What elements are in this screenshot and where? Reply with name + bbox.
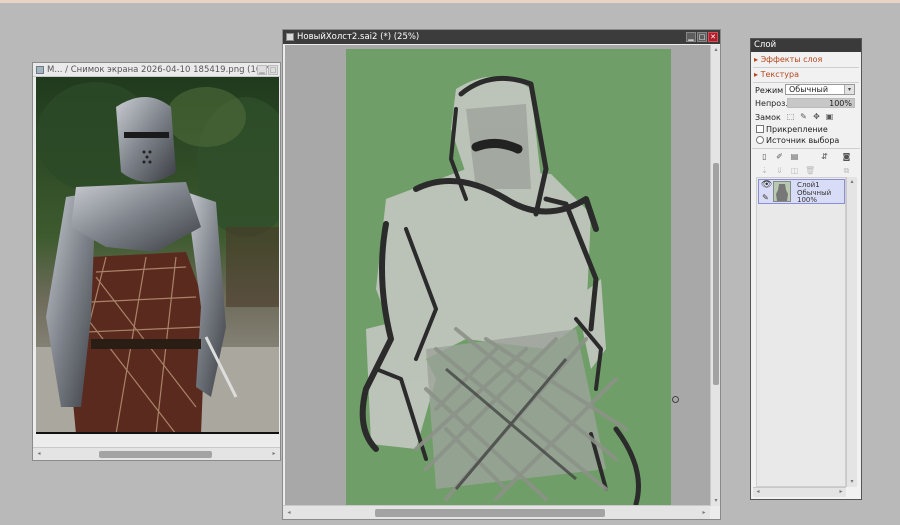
selection-source-radio[interactable] bbox=[756, 136, 764, 144]
clipping-checkbox[interactable] bbox=[756, 125, 764, 133]
canvas-title: НовыйХолст2.sai2 (*) (25%) bbox=[297, 32, 420, 42]
drawing-canvas[interactable] bbox=[346, 49, 671, 505]
layer-panel-title: Слой bbox=[751, 39, 861, 52]
blend-mode-label: Режим bbox=[755, 86, 784, 95]
layer-mask-icon[interactable]: ◙ bbox=[842, 152, 851, 161]
scroll-left-arrow[interactable]: ◂ bbox=[285, 509, 293, 517]
reference-title: М... / Снимок экрана 2026-04-10 185419.p… bbox=[47, 65, 279, 75]
scroll-left-arrow[interactable]: ◂ bbox=[754, 488, 762, 496]
delete-layer-icon[interactable]: 🗑 bbox=[805, 166, 815, 175]
opacity-value: 100% bbox=[829, 99, 852, 108]
scroll-right-arrow[interactable]: ▸ bbox=[837, 488, 845, 496]
opacity-label: Непроз. bbox=[755, 99, 788, 108]
layer-adjust-icon[interactable]: ⇵ bbox=[820, 152, 829, 161]
reference-titlebar[interactable]: М... / Снимок экрана 2026-04-10 185419.p… bbox=[33, 63, 280, 77]
brush-icon: ✎ bbox=[762, 193, 769, 202]
new-folder-icon[interactable]: ▤ bbox=[790, 152, 799, 161]
scroll-up-arrow[interactable]: ▴ bbox=[848, 178, 856, 186]
reference-photo bbox=[36, 77, 279, 434]
chevron-down-icon[interactable]: ▾ bbox=[844, 85, 854, 94]
lock-paint-icon[interactable]: ✎ bbox=[799, 112, 808, 121]
reference-minimize-button[interactable]: ▁ bbox=[257, 65, 267, 75]
lock-label: Замок bbox=[755, 113, 781, 122]
clear-layer-icon[interactable]: ◫ bbox=[790, 166, 799, 175]
divider bbox=[753, 82, 859, 83]
reference-scroll-thumb[interactable] bbox=[99, 451, 212, 458]
eye-icon[interactable]: 👁 bbox=[761, 181, 772, 190]
scroll-right-arrow[interactable]: ▸ bbox=[700, 509, 708, 517]
layer-effects-section[interactable]: Эффекты слоя bbox=[754, 55, 823, 64]
divider bbox=[752, 148, 860, 149]
scroll-right-arrow[interactable]: ▸ bbox=[270, 450, 278, 458]
lock-transparency-icon[interactable]: ⬚ bbox=[786, 112, 795, 121]
canvas-vscroll-thumb[interactable] bbox=[713, 163, 719, 385]
layer-thumbnail bbox=[773, 181, 791, 202]
layer-settings-icon[interactable]: ⧉ bbox=[842, 166, 851, 175]
blend-mode-select[interactable]: Обычный ▾ bbox=[785, 84, 855, 95]
layer-name: Слой1 bbox=[797, 181, 820, 189]
transfer-down-icon[interactable]: ⇣ bbox=[760, 166, 769, 175]
lock-move-icon[interactable]: ✥ bbox=[812, 112, 821, 121]
scroll-left-arrow[interactable]: ◂ bbox=[35, 450, 43, 458]
layer-opacity: 100% bbox=[797, 196, 818, 204]
canvas-window[interactable]: НовыйХолст2.sai2 (*) (25%) ▁ □ ✕ ▴ ▾ ◂ ▸ bbox=[282, 29, 721, 520]
top-accent-strip bbox=[0, 0, 900, 3]
close-button[interactable]: ✕ bbox=[708, 32, 718, 42]
maximize-button[interactable]: □ bbox=[697, 32, 707, 42]
selection-source-label: Источник выбора bbox=[766, 136, 840, 145]
clipping-label: Прикрепление bbox=[766, 125, 828, 134]
scroll-up-arrow[interactable]: ▴ bbox=[712, 46, 720, 54]
canvas-hscroll-thumb[interactable] bbox=[375, 509, 605, 517]
opacity-slider[interactable]: 100% bbox=[787, 98, 855, 108]
brush-cursor bbox=[672, 396, 679, 403]
canvas-horizontal-scrollbar[interactable]: ◂ ▸ bbox=[283, 505, 710, 519]
divider bbox=[753, 67, 859, 68]
layer-list-horizontal-scrollbar[interactable]: ◂ ▸ bbox=[753, 487, 846, 497]
reference-horizontal-scrollbar[interactable]: ◂ ▸ bbox=[33, 447, 280, 460]
texture-section[interactable]: Текстура bbox=[754, 70, 799, 79]
layer-list[interactable] bbox=[756, 177, 846, 487]
canvas-viewport[interactable] bbox=[285, 45, 710, 505]
canvas-titlebar[interactable]: НовыйХолст2.sai2 (*) (25%) ▁ □ ✕ bbox=[283, 30, 720, 44]
minimize-button[interactable]: ▁ bbox=[686, 32, 696, 42]
scroll-down-arrow[interactable]: ▾ bbox=[712, 497, 720, 505]
layer-list-vertical-scrollbar[interactable]: ▴ ▾ bbox=[846, 177, 857, 487]
canvas-file-icon bbox=[286, 33, 294, 41]
scroll-down-arrow[interactable]: ▾ bbox=[848, 478, 856, 486]
merge-down-icon[interactable]: ⇓ bbox=[775, 166, 784, 175]
canvas-vertical-scrollbar[interactable]: ▴ ▾ bbox=[710, 45, 720, 506]
blend-mode-value: Обычный bbox=[789, 85, 829, 94]
reference-maximize-button[interactable]: □ bbox=[268, 65, 278, 75]
new-linework-layer-icon[interactable]: ✐ bbox=[775, 152, 784, 161]
image-file-icon bbox=[36, 66, 44, 74]
reference-window[interactable]: М... / Снимок экрана 2026-04-10 185419.p… bbox=[32, 62, 281, 461]
lock-all-icon[interactable]: ▣ bbox=[825, 112, 834, 121]
new-layer-icon[interactable]: ▯ bbox=[760, 152, 769, 161]
